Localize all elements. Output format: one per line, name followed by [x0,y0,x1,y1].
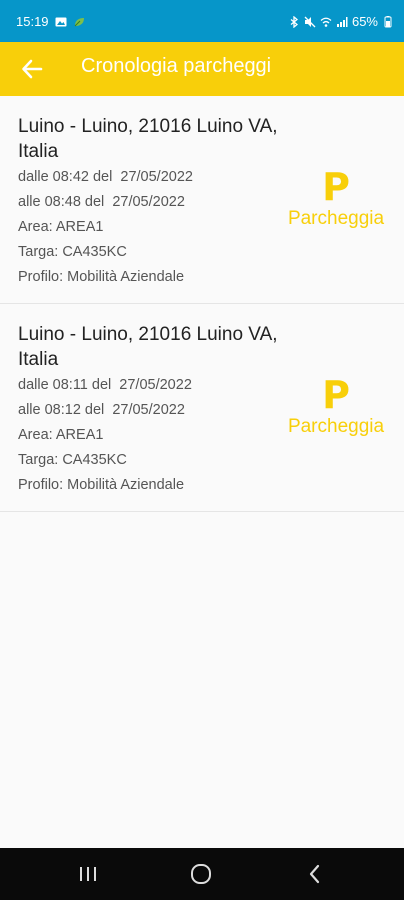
battery-level: 65% [351,14,378,29]
page-title: Cronologia parcheggi [81,55,272,77]
recent-apps-icon[interactable] [76,862,100,886]
parking-profile: Profilo: Mobilità Aziendale [18,269,185,285]
home-button[interactable] [189,862,213,886]
back-button[interactable] [18,54,48,84]
park-button-label[interactable]: Parcheggia [280,416,392,438]
image-icon [55,16,67,28]
parking-plate: Targa: CA435KC [18,244,127,260]
park-button[interactable]: P Parcheggia [280,374,392,444]
parking-history-list: Luino - Luino, 21016 Luino VA, Italia da… [0,96,404,512]
parking-area: Area: AREA1 [18,219,104,235]
park-button-label[interactable]: Parcheggia [280,208,392,230]
leaf-icon [73,16,85,28]
system-back-button[interactable] [303,862,327,886]
parking-start-time: dalle 08:42 del 27/05/2022 [18,169,193,185]
recent-apps-button[interactable] [76,862,100,886]
parking-profile: Profilo: Mobilità Aziendale [18,477,185,493]
parking-p-icon[interactable]: P [280,166,392,208]
back-icon[interactable] [303,862,327,886]
home-icon[interactable] [189,862,213,886]
battery-icon [382,15,394,28]
status-left: 15:19 [16,14,85,29]
parking-end-time: alle 08:12 del 27/05/2022 [18,402,185,418]
parking-plate: Targa: CA435KC [18,452,127,468]
wifi-icon [320,16,332,28]
parking-p-icon[interactable]: P [280,374,392,416]
bluetooth-icon [288,15,300,28]
parking-item[interactable]: Luino - Luino, 21016 Luino VA, Italia da… [0,304,404,512]
parking-address: Luino - Luino, 21016 Luino VA, Italia [18,324,278,370]
arrow-left-icon[interactable] [18,54,48,84]
status-bar: 15:19 65% [0,0,404,42]
park-button[interactable]: P Parcheggia [280,166,392,236]
parking-end-time: alle 08:48 del 27/05/2022 [18,194,185,210]
parking-start-time: dalle 08:11 del 27/05/2022 [18,377,192,393]
mute-icon [304,16,316,28]
parking-item[interactable]: Luino - Luino, 21016 Luino VA, Italia da… [0,96,404,304]
signal-icon [336,16,348,28]
status-right: 65% [288,14,394,29]
parking-address: Luino - Luino, 21016 Luino VA, Italia [18,116,278,162]
system-nav-bar [0,848,404,900]
parking-area: Area: AREA1 [18,427,104,443]
status-time: 15:19 [16,14,49,29]
app-bar: Cronologia parcheggi [0,42,404,96]
